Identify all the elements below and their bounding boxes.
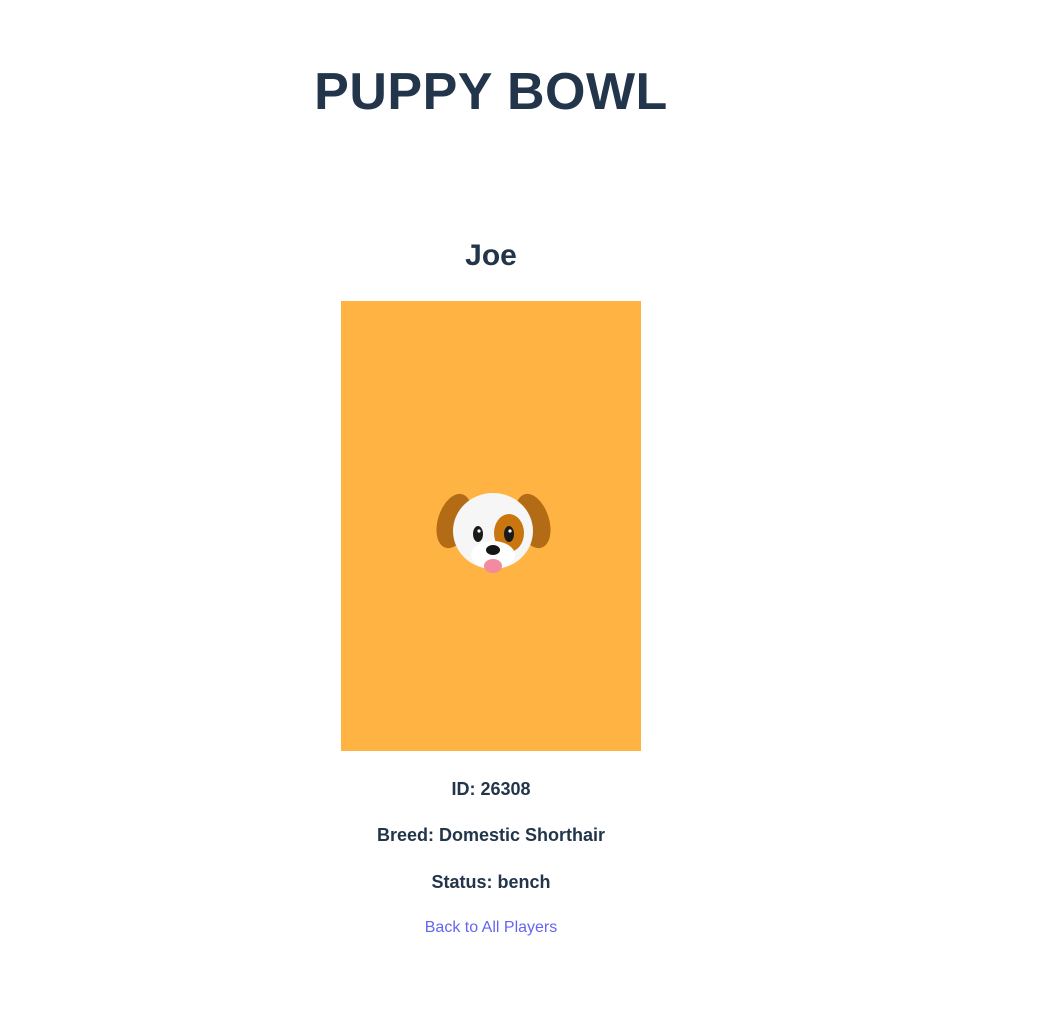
back-to-all-players-link[interactable]: Back to All Players xyxy=(341,917,641,939)
player-detail-card: Joe ID: 26308 Breed: Domestic Shorthair … xyxy=(341,236,641,936)
dog-face-icon xyxy=(436,493,551,573)
player-id: ID: 26308 xyxy=(451,779,531,799)
player-image xyxy=(341,301,641,751)
app-title: PUPPY BOWL xyxy=(314,63,668,121)
player-name: Joe xyxy=(465,239,517,272)
player-status: Status: bench xyxy=(431,872,551,892)
player-breed: Breed: Domestic Shorthair xyxy=(376,825,606,845)
